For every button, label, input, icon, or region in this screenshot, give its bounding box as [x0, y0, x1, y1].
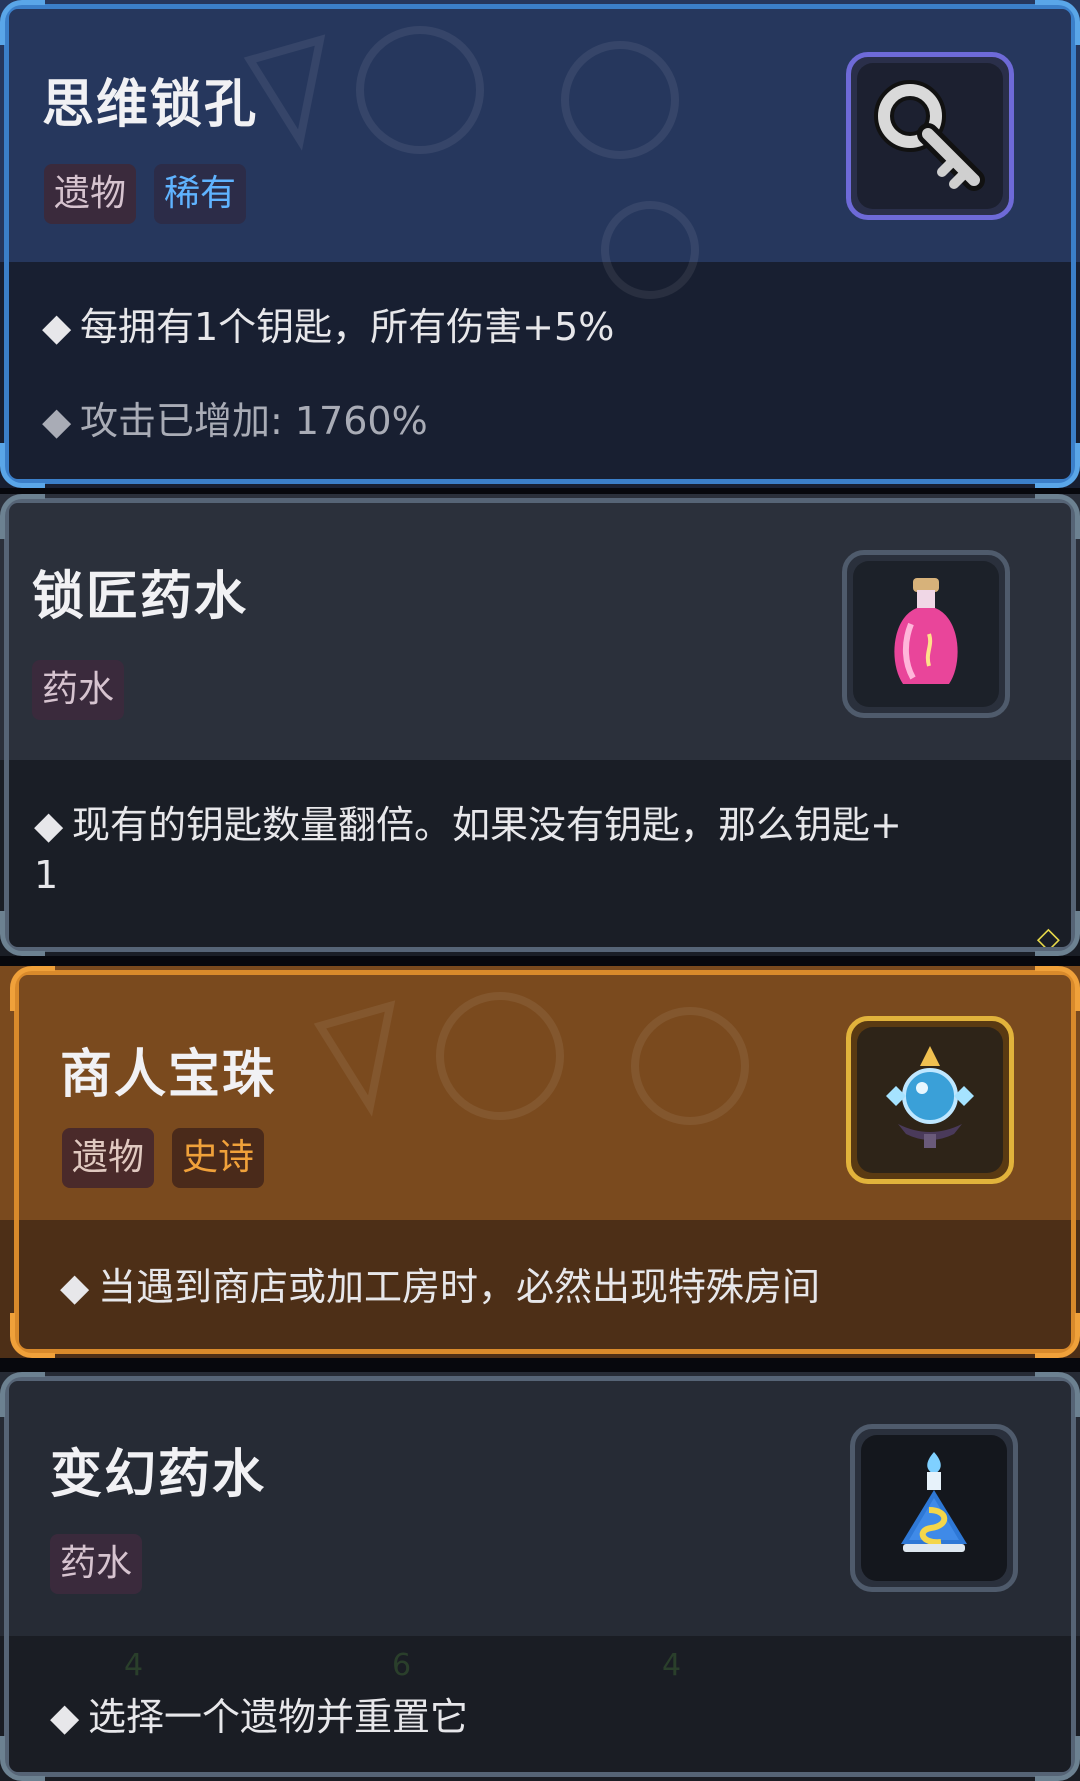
card-title: 思维锁孔 — [42, 75, 259, 135]
item-icon-frame — [846, 1016, 1014, 1184]
counter-value: 4 — [124, 1648, 144, 1683]
bullet-icon: ◆ — [60, 1265, 90, 1309]
potion-card-transform[interactable]: 变幻药水 药水 4 6 4 ◆ 选择一个遗物并重置它 — [0, 1372, 1080, 1781]
effect-line: ◆ 现有的钥匙数量翻倍。如果没有钥匙，那么钥匙+ — [34, 800, 1040, 850]
key-icon — [874, 80, 985, 191]
effect-line: ◆ 当遇到商店或加工房时，必然出现特殊房间 — [60, 1262, 1040, 1312]
effect-text: 1 — [34, 853, 59, 897]
tag-list: 遗物 稀有 — [44, 164, 247, 224]
blue-potion-icon — [901, 1452, 967, 1552]
tag-type: 药水 — [32, 660, 125, 720]
counter-value: 6 — [392, 1648, 412, 1683]
relic-card-mind-keyhole[interactable]: 思维锁孔 遗物 稀有 ◆ 每拥有1个钥匙，所有伤害+5% ◆ 攻击已增加: 1760… — [0, 0, 1080, 488]
background-counters: 4 6 4 — [0, 1648, 1080, 1688]
effect-text: 选择一个遗物并重置它 — [88, 1695, 469, 1739]
card-title: 锁匠药水 — [32, 567, 249, 627]
tag-type: 遗物 — [62, 1128, 155, 1188]
pink-potion-icon — [894, 578, 958, 684]
potion-card-locksmith[interactable]: 锁匠药水 药水 ◆ 现有的钥匙数量翻倍。如果没有钥匙，那么钥匙+ 1 ◇ — [0, 494, 1080, 956]
stat-line: ◆ 攻击已增加: 1760% — [42, 396, 1040, 446]
tag-rarity: 稀有 — [154, 164, 247, 224]
stat-text: 攻击已增加: 1760% — [80, 399, 428, 443]
effect-line-wrap: 1 — [34, 850, 1040, 900]
tag-list: 药水 — [50, 1534, 143, 1594]
card-title: 商人宝珠 — [60, 1045, 277, 1105]
bullet-icon: ◆ — [42, 305, 72, 349]
bullet-icon: ◆ — [50, 1695, 80, 1739]
card-title: 变幻药水 — [50, 1445, 267, 1505]
orb-icon — [886, 1046, 974, 1148]
bullet-icon: ◆ — [42, 399, 72, 443]
effect-text: 现有的钥匙数量翻倍。如果没有钥匙，那么钥匙+ — [72, 803, 902, 847]
effect-text: 每拥有1个钥匙，所有伤害+5% — [80, 305, 615, 349]
diamond-icon: ◇ — [1036, 921, 1060, 956]
card-separator — [0, 1358, 1080, 1372]
effect-line: ◆ 选择一个遗物并重置它 — [50, 1692, 1040, 1742]
tag-type: 药水 — [50, 1534, 143, 1594]
tag-rarity: 史诗 — [172, 1128, 265, 1188]
counter-value: 4 — [662, 1648, 682, 1683]
card-separator — [0, 956, 1080, 966]
item-icon-frame — [846, 52, 1014, 220]
effect-line: ◆ 每拥有1个钥匙，所有伤害+5% — [42, 302, 1040, 352]
bullet-icon: ◆ — [34, 803, 64, 847]
item-icon-frame — [850, 1424, 1018, 1592]
tag-type: 遗物 — [44, 164, 137, 224]
relic-card-merchant-orb[interactable]: 商人宝珠 遗物 史诗 ◆ 当遇到商店或加工房时，必然出现特殊房间 — [0, 966, 1080, 1358]
item-icon-frame — [842, 550, 1010, 718]
tag-list: 遗物 史诗 — [62, 1128, 265, 1188]
effect-text: 当遇到商店或加工房时，必然出现特殊房间 — [98, 1265, 821, 1309]
tag-list: 药水 — [32, 660, 125, 720]
